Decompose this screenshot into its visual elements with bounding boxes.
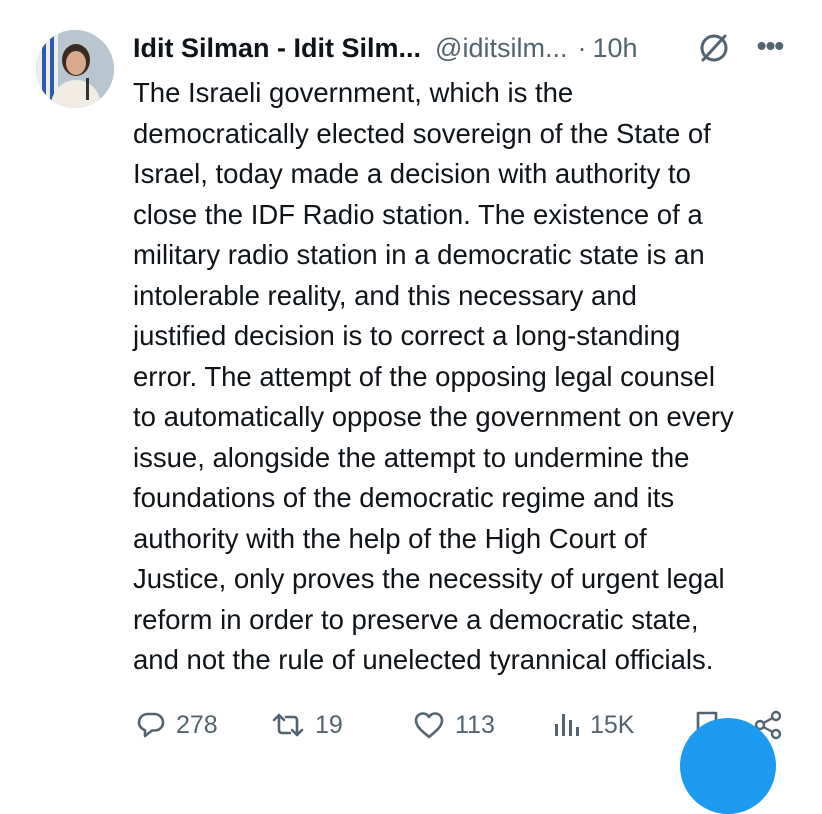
separator-dot: · bbox=[577, 33, 587, 63]
tweet-text-line: Israel, today made a decision with autho… bbox=[133, 158, 691, 189]
views-icon bbox=[555, 714, 579, 736]
tweet[interactable]: Idit Silman - Idit Silm... @iditsilm... … bbox=[0, 0, 822, 814]
tweet-text-line: Justice, only proves the necessity of ur… bbox=[133, 563, 725, 594]
timestamp[interactable]: 10h bbox=[592, 28, 637, 68]
tweet-text-line: error. The attempt of the opposing legal… bbox=[133, 360, 715, 392]
tweet-text: The Israeli government, which is the dem… bbox=[133, 73, 793, 681]
tweet-text-line: close the IDF Radio station. The existen… bbox=[133, 198, 703, 230]
views-button[interactable]: 15K bbox=[552, 700, 634, 750]
blocked-icon[interactable] bbox=[697, 31, 731, 65]
reply-icon bbox=[137, 712, 165, 738]
user-handle[interactable]: @iditsilm... bbox=[435, 28, 567, 68]
compose-fab[interactable] bbox=[680, 718, 776, 814]
display-name[interactable]: Idit Silman - Idit Silm... bbox=[133, 28, 421, 68]
like-count: 113 bbox=[455, 710, 495, 739]
tweet-text-line: intolerable reality, and this necessary … bbox=[133, 279, 637, 311]
avatar[interactable] bbox=[36, 30, 114, 108]
views-count: 15K bbox=[590, 710, 635, 739]
retweet-count: 19 bbox=[315, 710, 343, 739]
avatar-image bbox=[36, 30, 114, 108]
retweet-button[interactable]: 19 bbox=[271, 700, 343, 750]
like-icon bbox=[414, 712, 444, 739]
tweet-text-line: justified decision is to correct a long-… bbox=[133, 320, 681, 351]
tweet-text-line: issue, alongside the attempt to undermin… bbox=[133, 441, 690, 473]
tweet-text-line: to automatically oppose the government o… bbox=[133, 401, 734, 432]
tweet-text-line: democratically elected sovereign of the … bbox=[133, 117, 711, 149]
reply-button[interactable]: 278 bbox=[136, 700, 218, 750]
like-button[interactable]: 113 bbox=[413, 700, 495, 750]
tweet-text-line: reform in order to preserve a democratic… bbox=[133, 603, 699, 635]
tweet-text-line: authority with the help of the High Cour… bbox=[133, 522, 647, 554]
reply-count: 278 bbox=[176, 710, 218, 739]
tweet-text-line: military radio station in a democratic s… bbox=[133, 239, 705, 270]
tweet-header: Idit Silman - Idit Silm... @iditsilm... … bbox=[133, 28, 638, 68]
tweet-text-line: foundations of the democratic regime and… bbox=[133, 482, 675, 513]
retweet-icon bbox=[272, 713, 304, 737]
tweet-text-line: The Israeli government, which is the bbox=[133, 77, 574, 108]
more-icon[interactable]: ••• bbox=[752, 32, 788, 62]
tweet-text-line: and not the rule of unelected tyrannical… bbox=[133, 644, 714, 675]
